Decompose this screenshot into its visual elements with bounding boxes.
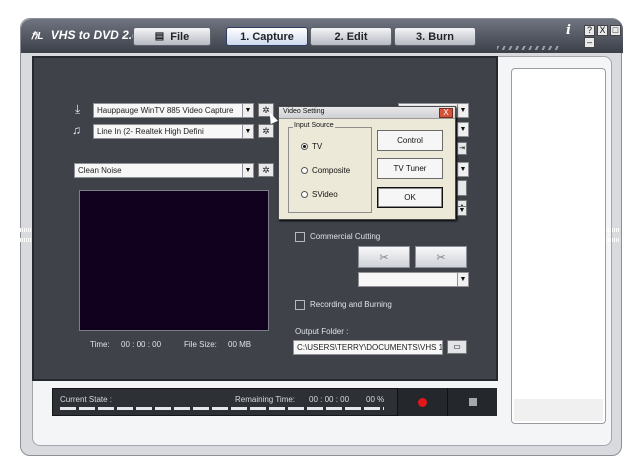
tab-capture-label: 1. Capture (240, 30, 294, 43)
tab-capture[interactable]: 1. Capture (226, 27, 308, 46)
edge-decoration (606, 228, 620, 232)
browse-folder-button[interactable]: ▭ (447, 340, 467, 354)
tab-file[interactable]: ▤ File (133, 27, 211, 46)
cut-end-button[interactable]: ✂ (415, 246, 467, 268)
minimize-button[interactable]: – (584, 37, 595, 48)
folder-icon: ▤ (154, 31, 165, 42)
output-folder-label: Output Folder : (295, 327, 349, 336)
gear-icon[interactable]: ✲ (258, 163, 274, 177)
tab-edit[interactable]: 2. Edit (310, 27, 392, 46)
current-state-label: Current State : (60, 395, 113, 404)
time-label: Time: (90, 340, 110, 349)
edge-decoration (606, 238, 620, 242)
cut-select[interactable] (358, 272, 458, 287)
chevron-down-icon[interactable]: ▼ (242, 103, 254, 118)
stop-icon (468, 398, 477, 406)
scissors-icon: ✂ (436, 251, 446, 264)
radio-svideo-label: SVideo (312, 190, 338, 199)
logo-icon: ℏL (31, 31, 44, 42)
recording-burning-checkbox[interactable] (295, 300, 305, 310)
tab-burn[interactable]: 3. Burn (394, 27, 476, 46)
chevron-down-icon[interactable]: ▼ (457, 122, 469, 137)
gear-icon[interactable]: ✲ (258, 124, 274, 138)
remaining-time-label: Remaining Time: (235, 395, 296, 404)
output-folder-field[interactable]: C:\USERS\TERRY\DOCUMENTS\VHS 1 (293, 340, 443, 355)
side-panel-footer (514, 399, 603, 421)
close-button[interactable]: X (597, 25, 608, 36)
dialog-title-text: Video Setting (283, 108, 325, 115)
control-button[interactable]: Control (377, 130, 443, 151)
remaining-time-value: 00 : 00 : 00 (309, 395, 350, 404)
input-source-group: Input Source TV Composite SVideo (288, 122, 372, 213)
radio-composite-label: Composite (312, 166, 351, 175)
cut-start-button[interactable]: ✂ (358, 246, 410, 268)
title-bar: ℏL VHS to DVD 2.0 ▤ File 1. Capture 2. E… (21, 19, 623, 53)
filesize-label: File Size: (184, 340, 217, 349)
input-source-label: Input Source (293, 122, 335, 129)
video-preview (79, 190, 269, 331)
chevron-down-icon[interactable]: ▼ (242, 124, 254, 139)
chevron-down-icon[interactable]: ▼ (457, 103, 469, 118)
radio-tv[interactable]: TV (301, 142, 322, 151)
recording-burning-label: Recording and Burning (310, 300, 392, 309)
chevron-down-icon[interactable]: ▼ (242, 163, 254, 178)
dialog-close-button[interactable]: X (439, 108, 453, 118)
scissors-icon: ✂ (379, 251, 389, 264)
radio-button (301, 167, 308, 174)
dialog-title: Video Setting X (279, 107, 455, 119)
radio-svideo[interactable]: SVideo (301, 190, 338, 199)
audio-device-select[interactable]: Line In (2- Realtek High Defini (93, 124, 243, 139)
tv-tuner-button[interactable]: TV Tuner (377, 158, 443, 179)
radio-tv-label: TV (312, 142, 323, 151)
radio-button (301, 191, 308, 198)
tab-file-label: File (170, 30, 190, 43)
chevron-down-icon[interactable]: ▼ (457, 162, 469, 177)
video-setting-dialog: Video Setting X Input Source TV Composit… (278, 106, 456, 220)
music-note-icon: ♫ (72, 123, 81, 137)
record-button[interactable] (397, 388, 447, 416)
restore-button[interactable]: □ (610, 25, 621, 36)
tab-burn-label: 3. Burn (416, 30, 454, 43)
app-title: VHS to DVD 2.0 (50, 28, 139, 42)
filter-select[interactable]: Clean Noise (74, 163, 244, 178)
info-icon[interactable]: i (566, 23, 571, 38)
progress-percent: 00 % (366, 395, 385, 404)
radio-button (301, 143, 308, 150)
chevron-down-icon[interactable]: ▼ (457, 272, 469, 287)
video-device-select[interactable]: Hauppauge WinTV 885 Video Capture (93, 103, 243, 118)
commercial-cutting-checkbox[interactable] (295, 232, 305, 242)
app-logo: ℏL VHS to DVD 2.0 (31, 28, 139, 42)
progress-bar (60, 407, 384, 410)
stop-button[interactable] (447, 388, 497, 416)
settings-icon[interactable]: ⇥ (457, 142, 467, 155)
radio-composite[interactable]: Composite (301, 166, 350, 175)
download-icon: ⤓ (75, 102, 81, 116)
filesize-value: 00 MB (228, 340, 252, 349)
decorative-stripes (497, 46, 559, 50)
slider-track-icon[interactable] (457, 180, 467, 196)
folder-icon: ▭ (453, 342, 461, 351)
chevron-down-icon[interactable]: ▼ (457, 206, 467, 216)
help-button[interactable]: ? (584, 25, 595, 36)
record-icon (418, 397, 427, 407)
ok-button[interactable]: OK (377, 187, 443, 208)
time-value: 00 : 00 : 00 (121, 340, 162, 349)
tab-edit-label: 2. Edit (334, 30, 368, 43)
side-list-panel (511, 68, 606, 424)
commercial-cutting-label: Commercial Cutting (310, 232, 381, 241)
